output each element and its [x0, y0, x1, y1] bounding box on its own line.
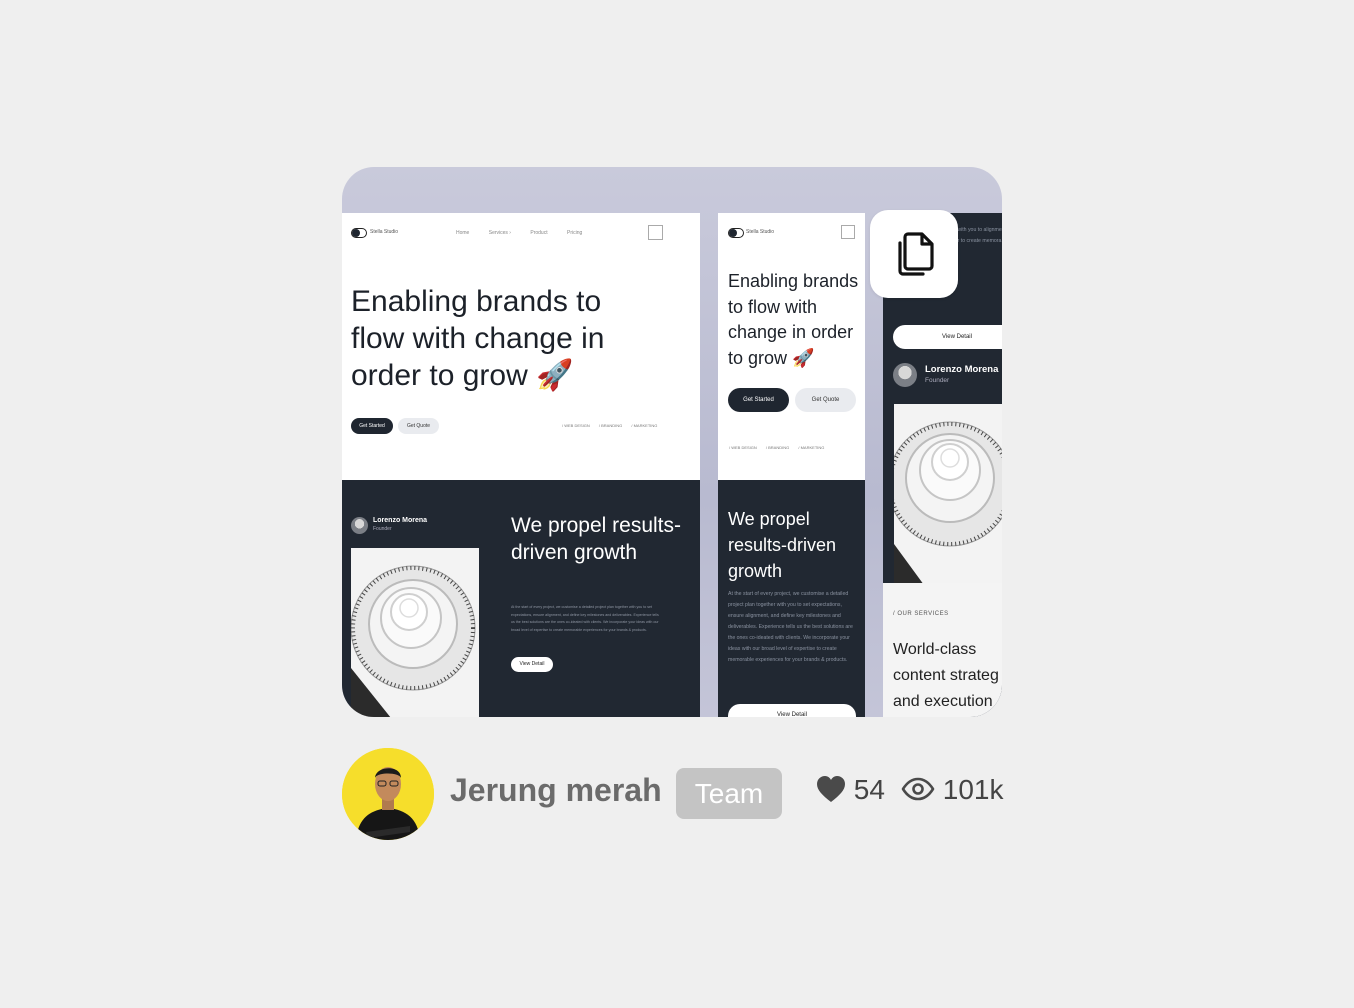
tag: / MARKETING	[631, 423, 658, 428]
menu-icon	[841, 225, 855, 239]
eye-icon	[901, 777, 935, 801]
mobile-about-section: We propel results-driven growth At the s…	[718, 480, 865, 717]
services-section: / OUR SERVICES World-class content strat…	[883, 583, 1002, 717]
desktop-about-section: Lorenzo Morena Founder We propel results…	[342, 480, 700, 717]
service-tags: / WEB DESIGN / BRANDING / MARKETING	[554, 423, 657, 428]
section-title: We propel results-driven growth	[511, 514, 682, 564]
likes-count: 54	[853, 774, 885, 805]
views-stat: 101k	[901, 774, 1004, 806]
spiral-staircase-image	[894, 404, 1002, 585]
nav-item: Services ›	[488, 230, 511, 236]
mobile-hero-section: Stella Studio Enabling brands to flow wi…	[718, 213, 865, 480]
menu-icon	[648, 225, 663, 240]
desktop-hero-section: Stella Studio Home Services › Product Pr…	[342, 213, 700, 480]
view-detail-button: View Detail	[728, 704, 856, 717]
author-name[interactable]: Jerung merah	[450, 772, 662, 809]
brand-logo-icon	[728, 228, 744, 238]
team-badge[interactable]: Team	[676, 768, 782, 819]
tag: / MARKETING	[798, 445, 825, 450]
tag: / WEB DESIGN	[562, 423, 590, 428]
services-title: World-class content strateg and executio…	[893, 641, 999, 710]
brand-name: Stella Studio	[370, 229, 399, 235]
nav-item: Product	[530, 230, 548, 236]
desktop-nav: Home Services › Product Pricing	[456, 230, 600, 236]
desktop-mockup: Stella Studio Home Services › Product Pr…	[342, 213, 700, 717]
service-tags: / WEB DESIGN / BRANDING / MARKETING	[721, 445, 824, 450]
likes-stat[interactable]: 54	[816, 774, 885, 806]
founder-avatar	[893, 363, 917, 387]
brand-name: Stella Studio	[746, 229, 775, 235]
section-title: We propel results-driven growth	[728, 509, 837, 581]
author-photo	[342, 748, 434, 840]
hero-title: Enabling brands to flow with change in o…	[351, 285, 605, 392]
author-avatar[interactable]	[342, 748, 434, 840]
founder-name: Lorenzo Morena	[373, 517, 428, 524]
get-started-button: Get Started	[351, 418, 393, 434]
get-quote-button: Get Quote	[398, 418, 439, 434]
copy-icon	[898, 232, 934, 276]
shot-preview-card[interactable]: Stella Studio Home Services › Product Pr…	[342, 167, 1002, 717]
section-body: At the start of every project, we custom…	[728, 591, 853, 663]
hero-title: Enabling brands to flow with change in o…	[728, 271, 859, 368]
views-count: 101k	[942, 774, 1004, 805]
tag: / BRANDING	[598, 423, 623, 428]
view-detail-button: View Detail	[893, 325, 1002, 349]
nav-item: Pricing	[566, 230, 583, 236]
founder-role: Founder	[925, 377, 950, 384]
get-quote-button: Get Quote	[795, 388, 856, 412]
copy-button[interactable]	[870, 210, 958, 298]
mobile-mockup: Stella Studio Enabling brands to flow wi…	[718, 213, 865, 717]
get-started-button: Get Started	[728, 388, 789, 412]
tag: / BRANDING	[765, 445, 790, 450]
view-detail-button: View Detail	[511, 657, 553, 672]
nav-item: Home	[456, 230, 470, 236]
founder-role: Founder	[373, 526, 392, 532]
heart-icon	[817, 776, 845, 802]
tag: / WEB DESIGN	[729, 445, 757, 450]
spiral-staircase-image	[351, 548, 479, 717]
founder-name: Lorenzo Morena	[925, 364, 999, 375]
brand-logo-icon	[351, 228, 367, 238]
section-body: At the start of every project, we custom…	[511, 605, 659, 632]
founder-avatar	[351, 517, 368, 534]
services-label: / OUR SERVICES	[893, 611, 949, 617]
